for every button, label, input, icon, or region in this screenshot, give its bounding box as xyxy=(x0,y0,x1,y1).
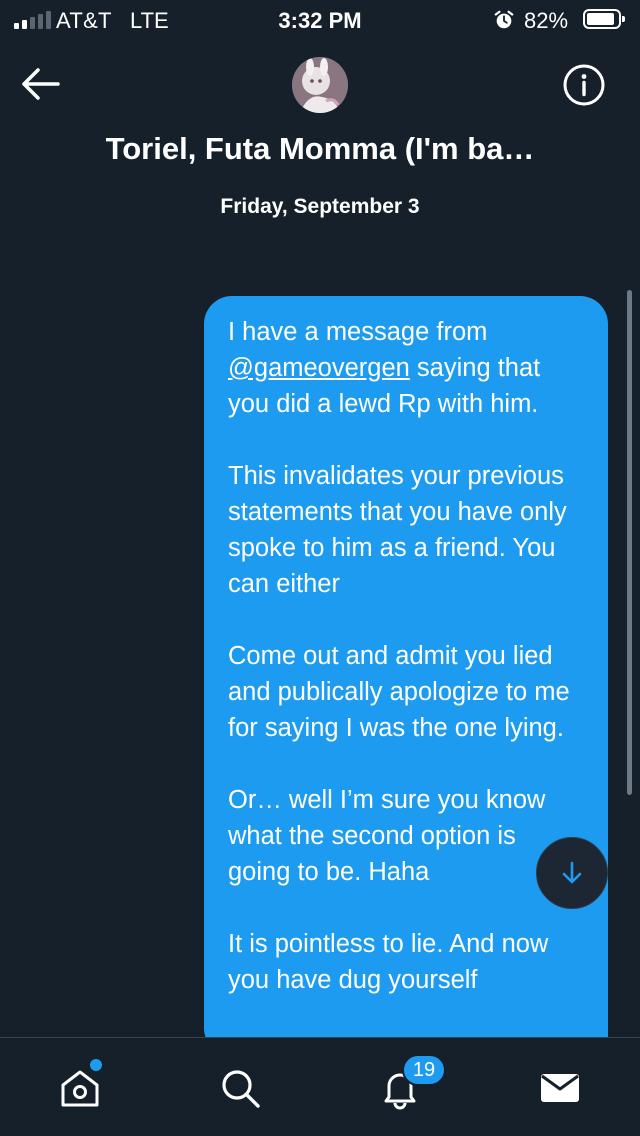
battery-percent: 82% xyxy=(524,8,569,33)
mail-icon xyxy=(541,1074,579,1102)
message-paragraph-3: Come out and admit you lied and publical… xyxy=(228,642,570,742)
home-unread-dot xyxy=(88,1057,104,1073)
alarm-icon xyxy=(494,10,514,29)
tab-messages[interactable] xyxy=(530,1058,590,1118)
back-button[interactable] xyxy=(18,64,62,104)
message-paragraph-5: It is pointless to lie. And now you have… xyxy=(228,930,549,994)
info-button[interactable] xyxy=(562,63,606,107)
notification-count-badge: 19 xyxy=(402,1054,446,1086)
date-separator: Friday, September 3 xyxy=(220,195,420,218)
message-text: I have a message from xyxy=(228,318,488,346)
status-bar: AT&T LTE 3:32 PM 82% xyxy=(0,0,640,40)
avatar[interactable] xyxy=(292,57,348,113)
message-paragraph-4: Or… well I’m sure you know what the seco… xyxy=(228,786,546,886)
arrow-left-icon xyxy=(22,68,60,100)
message-paragraph-2: This invalidates your previous statement… xyxy=(228,462,567,598)
search-icon xyxy=(222,1070,260,1108)
message-bubble[interactable]: I have a message from @gameovergen sayin… xyxy=(204,296,608,1056)
tab-search[interactable] xyxy=(210,1058,270,1118)
battery-icon xyxy=(583,9,625,29)
message-paragraph-1: I have a message from @gameovergen sayin… xyxy=(228,314,584,422)
tab-bar: 19 xyxy=(0,1037,640,1136)
scroll-to-bottom-button[interactable] xyxy=(536,837,608,909)
avatar-image xyxy=(292,57,348,113)
conversation-title[interactable]: Toriel, Futa Momma (I'm ba… xyxy=(0,131,640,167)
scrollbar[interactable] xyxy=(627,290,632,795)
arrow-down-icon xyxy=(562,861,582,884)
info-icon xyxy=(563,64,605,106)
mention-link[interactable]: @gameovergen xyxy=(228,354,410,382)
